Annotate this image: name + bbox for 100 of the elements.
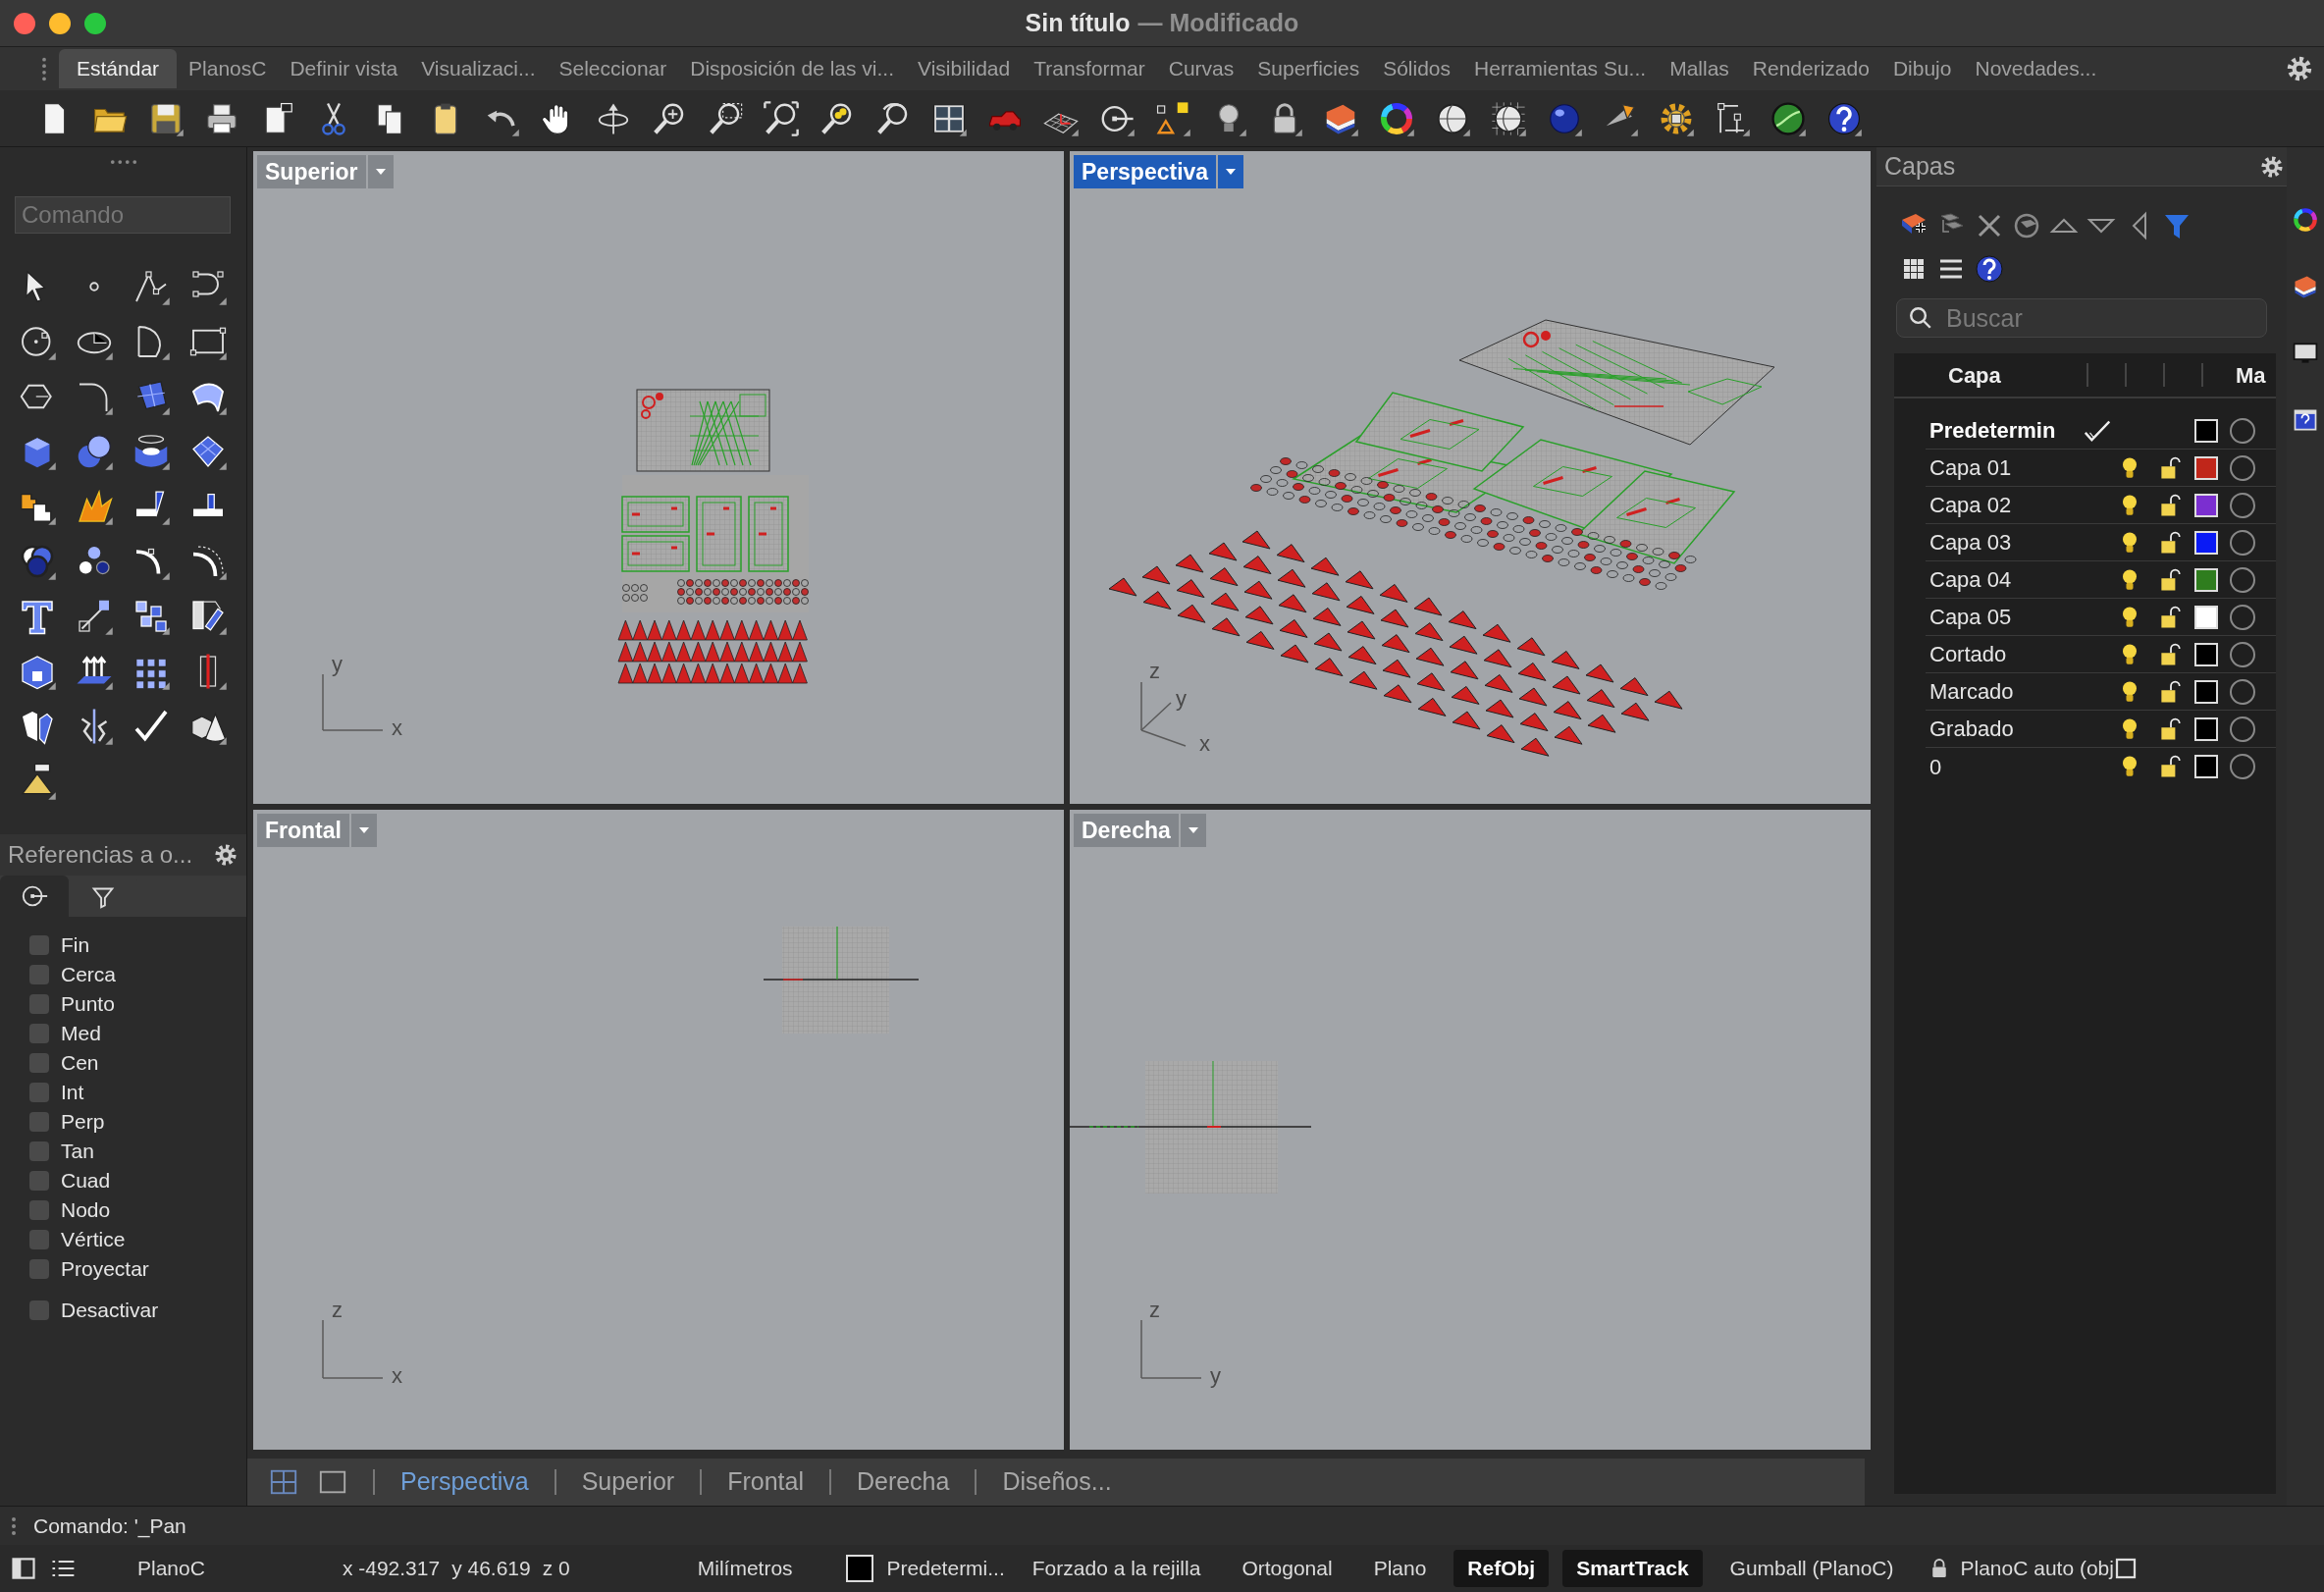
checkbox[interactable] (29, 1053, 49, 1073)
toolbar-tab[interactable]: Transformar (1022, 49, 1157, 88)
current-layer-label[interactable]: Predetermi... (886, 1553, 1005, 1584)
layer-name[interactable]: Cortado (1926, 638, 2083, 670)
axis-indicator (322, 1319, 384, 1379)
view-tab[interactable]: Frontal (727, 1463, 804, 1501)
color-swatch[interactable] (2194, 493, 2218, 517)
checkbox[interactable] (29, 1200, 49, 1220)
grip-handle-icon[interactable] (12, 1516, 16, 1535)
toolbar-tab[interactable]: Sólidos (1371, 49, 1463, 88)
checkbox[interactable] (29, 1300, 49, 1320)
settings-icon[interactable] (213, 842, 238, 868)
checkbox[interactable] (29, 935, 49, 955)
toolbar-tab[interactable]: Novedades... (1963, 49, 2109, 88)
toolbar-tab[interactable]: Visibilidad (906, 49, 1023, 88)
layer-name[interactable]: Capa 03 (1926, 526, 2083, 558)
close-button[interactable] (14, 12, 35, 34)
layer-name[interactable]: Capa 05 (1926, 601, 2083, 633)
panel-tab[interactable] (0, 876, 69, 917)
view-tab[interactable]: Superior (581, 1463, 675, 1501)
globe-icon[interactable] (1769, 99, 1807, 137)
viewport-title-tab[interactable]: Perspectiva (1074, 155, 1217, 188)
toolbar-tab[interactable]: Definir vista (278, 49, 410, 88)
checkbox[interactable] (29, 1141, 49, 1161)
status-toggle[interactable]: Plano (1359, 1550, 1441, 1587)
color-swatch[interactable] (2194, 530, 2218, 555)
viewport-menu-button[interactable] (367, 155, 394, 188)
layer-name[interactable]: 0 (1926, 750, 2083, 783)
checkbox[interactable] (29, 1024, 49, 1043)
checkbox[interactable] (29, 1171, 49, 1191)
status-toggle[interactable]: SmartTrack (1562, 1550, 1703, 1587)
view-tab[interactable]: Perspectiva (400, 1463, 529, 1501)
four-panes-icon[interactable] (269, 1467, 298, 1497)
zoom-extents-icon[interactable] (763, 99, 800, 137)
checkbox[interactable] (29, 965, 49, 984)
coordinate-x[interactable]: x -492.317 (342, 1553, 441, 1584)
units-label[interactable]: Milímetros (697, 1553, 793, 1584)
layer-name[interactable]: Grabado (1926, 713, 2083, 745)
layer-name[interactable]: Marcado (1926, 675, 2083, 708)
color-swatch[interactable] (2194, 567, 2218, 592)
cplane-label[interactable]: PlanoC (137, 1553, 205, 1584)
checkbox[interactable] (29, 1259, 49, 1279)
column-header[interactable]: Ma (2236, 358, 2266, 392)
viewport-title-tab[interactable]: Derecha (1074, 814, 1179, 847)
status-toggle[interactable]: Ortogonal (1228, 1550, 1347, 1587)
color-swatch[interactable] (2194, 755, 2218, 778)
viewport-menu-button[interactable] (350, 814, 377, 847)
toolbar-tab[interactable]: Disposición de las vi... (678, 49, 906, 88)
view-tab[interactable]: Derecha (856, 1463, 950, 1501)
square-icon[interactable] (2113, 1557, 2138, 1580)
toolbar-tab[interactable]: Estándar (59, 49, 178, 88)
view-tab[interactable]: Diseños... (1002, 1463, 1112, 1501)
coordinate-z[interactable]: z 0 (542, 1553, 570, 1584)
zoom-button[interactable] (84, 12, 106, 34)
status-toggle[interactable]: Gumball (PlanoC) (1716, 1550, 1908, 1587)
settings-icon[interactable] (2285, 54, 2314, 83)
layer-color-swatch[interactable] (845, 1555, 873, 1582)
toolbar-tab[interactable]: Curvas (1156, 49, 1246, 88)
viewport-title-tab[interactable]: Superior (257, 155, 366, 188)
status-toggle[interactable]: RefObj (1453, 1550, 1550, 1587)
checkbox[interactable] (29, 1230, 49, 1249)
color-swatch[interactable] (2194, 605, 2218, 629)
toolbar-tab[interactable]: Visualizaci... (409, 49, 548, 88)
grid-sphere-icon[interactable] (1490, 99, 1527, 137)
checkbox[interactable] (29, 994, 49, 1014)
toolbar-tab[interactable]: PlanosC (177, 49, 279, 88)
layer-name[interactable]: Capa 01 (1926, 451, 2083, 484)
viewport-menu-button[interactable] (1180, 814, 1206, 847)
panel-toggle-icon[interactable] (10, 1555, 37, 1582)
layer-name[interactable]: Capa 02 (1926, 489, 2083, 521)
command-field[interactable]: Comando (15, 196, 231, 234)
viewport-title-tab[interactable]: Frontal (257, 814, 349, 847)
checkbox[interactable] (29, 1112, 49, 1132)
help-icon[interactable] (1973, 253, 2005, 285)
checkbox[interactable] (29, 1083, 49, 1102)
toolbar-tab[interactable]: Mallas (1658, 49, 1741, 88)
search-field[interactable]: Buscar (1896, 298, 2267, 338)
color-swatch[interactable] (2194, 642, 2218, 666)
layer-name[interactable]: Predetermin (1926, 414, 2083, 447)
color-swatch[interactable] (2194, 679, 2218, 704)
viewport-menu-button[interactable] (1218, 155, 1244, 188)
color-swatch[interactable] (2194, 716, 2218, 741)
color-swatch[interactable] (2194, 455, 2218, 480)
coordinate-y[interactable]: y 46.619 (451, 1553, 531, 1584)
toolbar-tab[interactable]: Superficies (1245, 49, 1372, 88)
toolbar-tab[interactable]: Herramientas Su... (1462, 49, 1659, 88)
column-header[interactable]: Capa (1894, 358, 2086, 392)
layer-name[interactable]: Capa 04 (1926, 563, 2083, 596)
checkbox-label: Desactivar (61, 1298, 159, 1324)
filter-label[interactable]: PlanoC auto (obj (1960, 1553, 2114, 1584)
minimize-button[interactable] (49, 12, 71, 34)
toolbar-tab[interactable]: Renderizado (1740, 49, 1881, 88)
color-wheel-icon[interactable] (2292, 206, 2319, 234)
shapes-icon[interactable] (1154, 99, 1191, 137)
toolbar-tab[interactable]: Seleccionar (547, 49, 679, 88)
color-swatch[interactable] (2194, 418, 2218, 443)
status-toggle[interactable]: Forzado a la rejilla (1018, 1550, 1215, 1587)
axis-label: y (1176, 686, 1187, 711)
settings-icon[interactable] (2259, 153, 2285, 180)
toolbar-tab[interactable]: Dibujo (1880, 49, 1964, 88)
